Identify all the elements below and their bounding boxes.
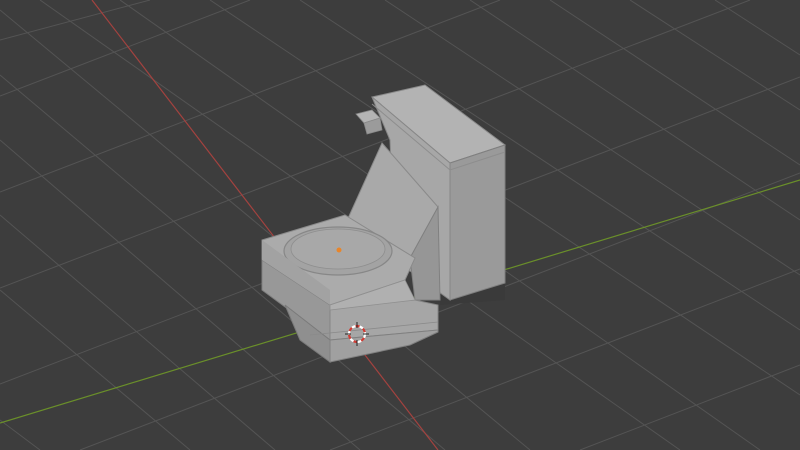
3d-viewport[interactable] <box>0 0 800 450</box>
viewport-canvas[interactable] <box>0 0 800 450</box>
object-origin-marker <box>336 247 342 253</box>
